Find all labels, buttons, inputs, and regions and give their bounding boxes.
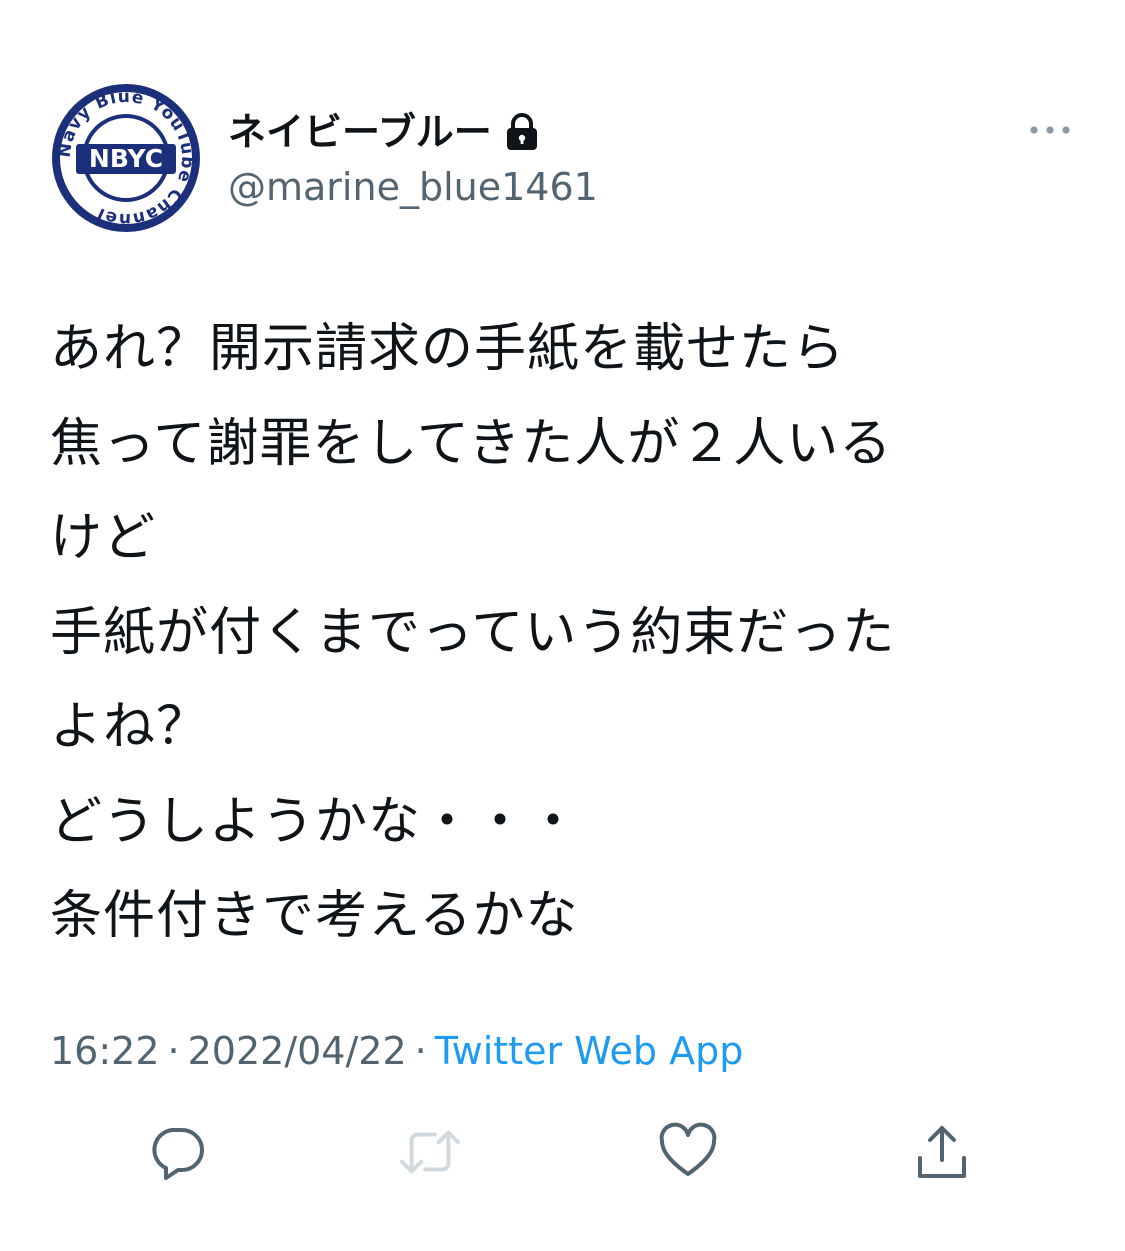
meta-separator: · (414, 1029, 427, 1073)
meta-separator: · (167, 1029, 180, 1073)
heart-icon (659, 1122, 717, 1176)
tweet-line: よね？ (50, 697, 210, 757)
reply-icon (152, 1128, 204, 1180)
tweet-line: けど (50, 508, 157, 568)
avatar[interactable]: Navy Blue YouTube Channel NBYC (50, 82, 202, 234)
more-options-icon[interactable] (1024, 114, 1076, 146)
share-icon (918, 1126, 966, 1178)
nbyc-logo: Navy Blue YouTube Channel NBYC (52, 84, 200, 232)
reply-button[interactable] (146, 1120, 210, 1184)
retweet-button (398, 1120, 462, 1184)
lock-icon (504, 112, 540, 152)
tweet-line: 手紙が付くまでっていう約束だった (50, 602, 896, 663)
tweet-time[interactable]: 16:22 (50, 1029, 160, 1073)
tweet-source-link[interactable]: Twitter Web App (435, 1029, 744, 1073)
action-bar (0, 1120, 1125, 1190)
name-row: ネイビーブルー (228, 106, 540, 158)
tweet-card: Navy Blue YouTube Channel NBYC ネイビーブルー @… (0, 0, 1125, 1251)
avatar-center-text: NBYC (89, 144, 163, 173)
user-handle[interactable]: @marine_blue1461 (228, 162, 598, 212)
tweet-line: あれ？開示請求の手紙を載せたら (50, 319, 846, 379)
display-name[interactable]: ネイビーブルー (228, 106, 492, 158)
tweet-date[interactable]: 2022/04/22 (188, 1029, 407, 1073)
tweet-line: どうしようかな・・・ (50, 791, 581, 852)
like-button[interactable] (656, 1120, 720, 1184)
tweet-meta: 16:22 · 2022/04/22 · Twitter Web App (50, 1024, 743, 1078)
retweet-icon (399, 1130, 461, 1174)
tweet-line: 焦って謝罪をしてきた人が２人いる (50, 413, 893, 474)
tweet-text: あれ？開示請求の手紙を載せたら 焦って謝罪をしてきた人が２人いる けど 手紙が付… (50, 302, 1080, 964)
share-button[interactable] (910, 1120, 974, 1184)
tweet-line: 条件付きで考えるかな (50, 886, 579, 946)
